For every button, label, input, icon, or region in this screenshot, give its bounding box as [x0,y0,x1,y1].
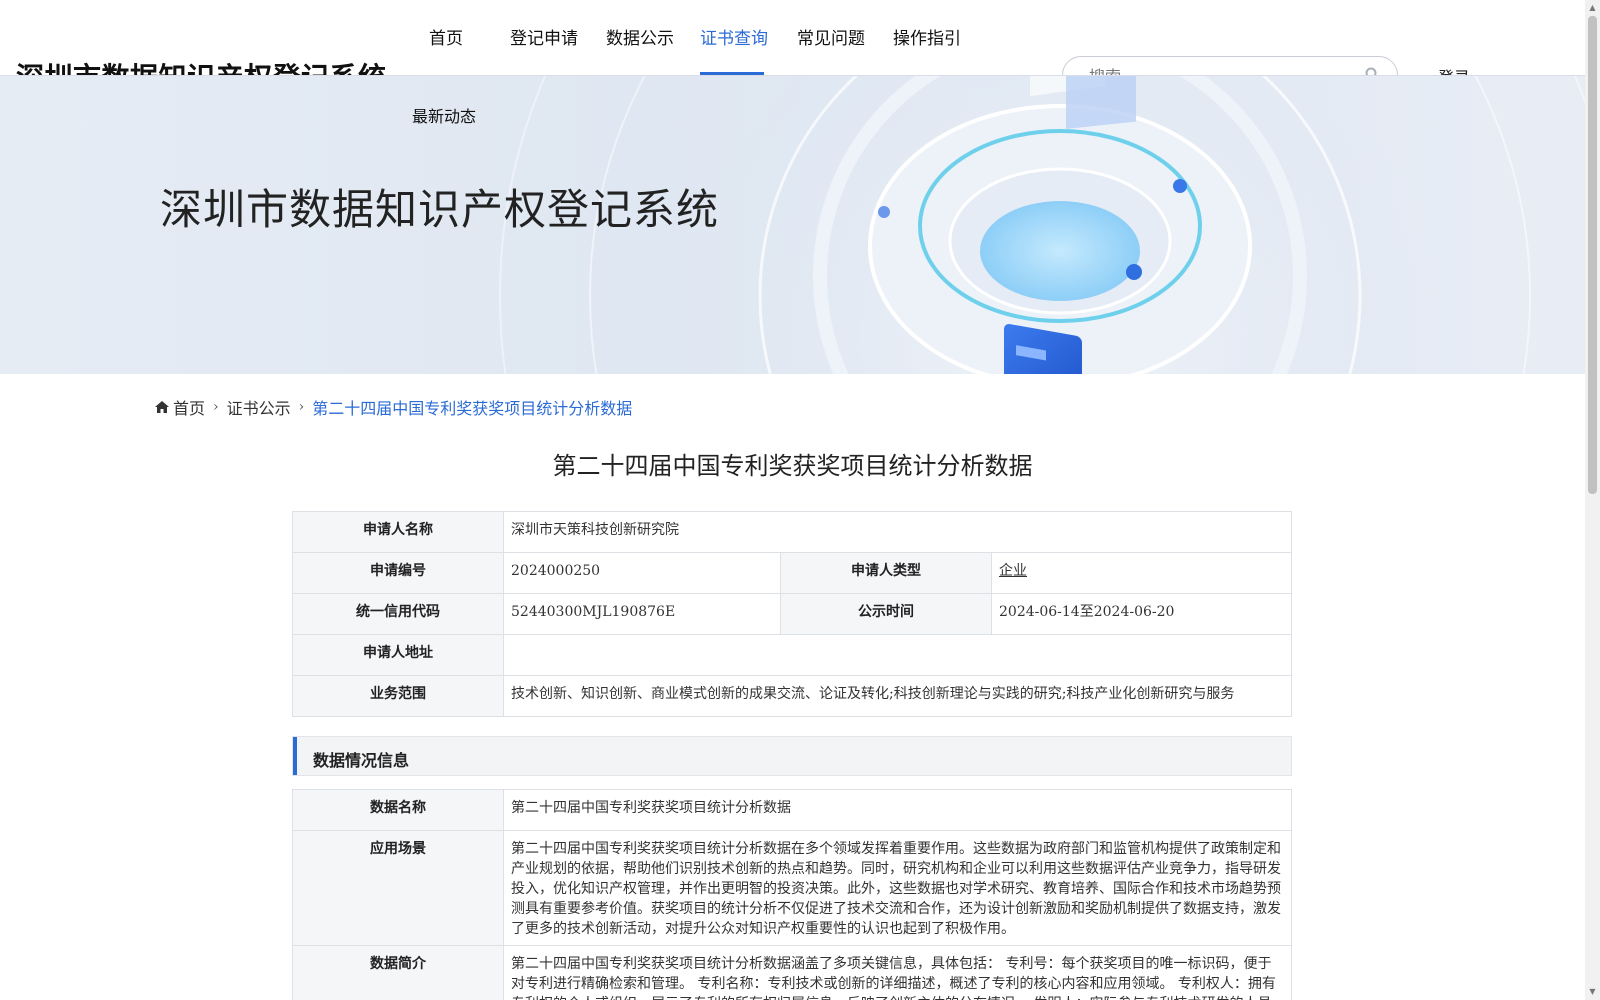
page-scrollbar[interactable]: ▲ ▼ [1585,0,1600,1000]
applicant-address-label: 申请人地址 [292,634,504,676]
applicant-type-label: 申请人类型 [780,552,992,594]
nav-latest-news[interactable]: 最新动态 [412,103,476,127]
scroll-down-arrow-icon[interactable]: ▼ [1588,987,1597,997]
nav-home[interactable]: 首页 [429,24,463,49]
page: 深圳市数据知识产权登记系统 首页 登记申请 数据公示 证书查询 常见问题 操作指… [0,0,1585,1000]
applicant-name-label: 申请人名称 [292,511,504,553]
home-icon [155,401,169,413]
nav-faq[interactable]: 常见问题 [797,24,865,49]
application-number-label: 申请编号 [292,552,504,594]
page-title: 第二十四届中国专利奖获奖项目统计分析数据 [552,452,1033,480]
header-divider [0,75,1585,76]
applicant-address-value [503,634,1292,676]
section-title: 数据情况信息 [313,751,410,770]
data-summary-label: 数据简介 [292,945,504,1000]
table-row: 应用场景 第二十四届中国专利奖获奖项目统计分析数据在多个领域发挥着重要作用。这些… [292,830,1292,946]
hero-banner: 深圳市数据知识产权登记系统 [0,76,1585,374]
scrollbar-thumb[interactable] [1588,16,1597,494]
application-number-value: 2024000250 [503,552,781,594]
table-row: 数据名称 第二十四届中国专利奖获奖项目统计分析数据 [292,789,1292,831]
publicity-time-label: 公示时间 [780,593,992,635]
credit-code-value: 52440300MJL190876E [503,593,781,635]
top-header: 深圳市数据知识产权登记系统 首页 登记申请 数据公示 证书查询 常见问题 操作指… [0,0,1585,94]
business-scope-value: 技术创新、知识创新、商业模式创新的成果交流、论证及转化;科技创新理论与实践的研究… [503,675,1292,717]
chevron-right-icon: › [298,399,305,415]
chevron-right-icon: › [213,399,219,415]
applicant-info-table: 申请人名称 深圳市天策科技创新研究院 申请编号 2024000250 申请人类型… [292,511,1292,717]
data-summary-value: 第二十四届中国专利奖获奖项目统计分析数据涵盖了多项关键信息，具体包括： 专利号：… [503,945,1292,1000]
table-row: 申请编号 2024000250 申请人类型 企业 [292,552,1292,594]
banner-title: 深圳市数据知识产权登记系统 [160,185,720,234]
publicity-time-value: 2024-06-14至2024-06-20 [991,593,1292,635]
data-info-section-header: 数据情况信息 [292,736,1292,776]
section-accent-bar [293,737,297,775]
table-row: 申请人地址 [292,634,1292,676]
breadcrumb-home[interactable]: 首页 [173,399,205,418]
table-row: 业务范围 技术创新、知识创新、商业模式创新的成果交流、论证及转化;科技创新理论与… [292,675,1292,717]
data-name-label: 数据名称 [292,789,504,831]
nav-data-publicity[interactable]: 数据公示 [606,24,674,49]
data-name-value: 第二十四届中国专利奖获奖项目统计分析数据 [503,789,1292,831]
application-scenario-label: 应用场景 [292,830,504,946]
data-info-table: 数据名称 第二十四届中国专利奖获奖项目统计分析数据 应用场景 第二十四届中国专利… [292,789,1292,1000]
application-scenario-value: 第二十四届中国专利奖获奖项目统计分析数据在多个领域发挥着重要作用。这些数据为政府… [503,830,1292,946]
scroll-up-arrow-icon[interactable]: ▲ [1588,3,1597,13]
table-row: 申请人名称 深圳市天策科技创新研究院 [292,511,1292,553]
applicant-name-value: 深圳市天策科技创新研究院 [503,511,1292,553]
nav-guide[interactable]: 操作指引 [893,24,961,49]
applicant-type-link[interactable]: 企业 [999,563,1027,579]
table-row: 数据简介 第二十四届中国专利奖获奖项目统计分析数据涵盖了多项关键信息，具体包括：… [292,945,1292,1000]
applicant-type-value: 企业 [991,552,1292,594]
nav-certificate-query[interactable]: 证书查询 [700,24,768,49]
credit-code-label: 统一信用代码 [292,593,504,635]
breadcrumb: 首页 › 证书公示 › 第二十四届中国专利奖获奖项目统计分析数据 [155,395,632,419]
nav-registration[interactable]: 登记申请 [510,24,578,49]
breadcrumb-certificate-publicity[interactable]: 证书公示 [227,399,291,418]
breadcrumb-current[interactable]: 第二十四届中国专利奖获奖项目统计分析数据 [312,399,632,418]
business-scope-label: 业务范围 [292,675,504,717]
table-row: 统一信用代码 52440300MJL190876E 公示时间 2024-06-1… [292,593,1292,635]
